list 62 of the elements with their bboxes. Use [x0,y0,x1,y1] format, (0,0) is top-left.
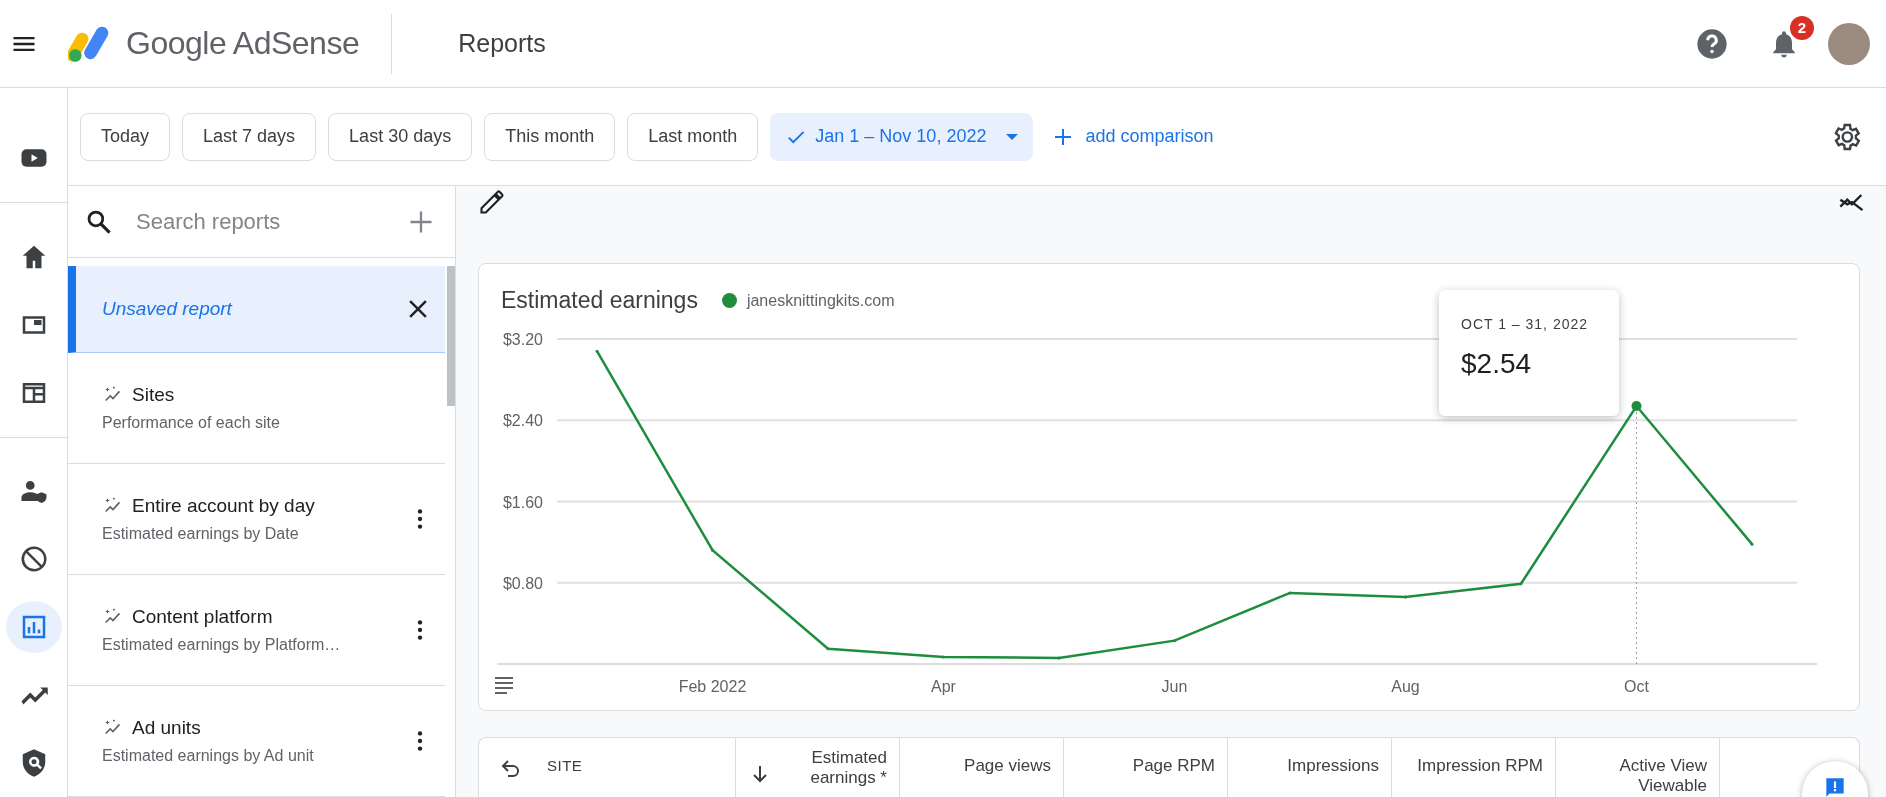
x-tick-label: Aug [1391,677,1420,695]
data-point[interactable] [1750,542,1754,546]
report-subtitle: Performance of each site [102,414,281,432]
report-subtitle: Estimated earnings by Date [102,525,300,543]
column-header[interactable]: Page views [964,747,1051,776]
report-item[interactable]: Unsaved report [68,266,445,353]
report-item[interactable]: Entire account by day Estimated earnings by Date [68,464,445,575]
data-point[interactable] [711,548,714,552]
x-tick-label: Oct [1624,677,1649,695]
date-range-chip[interactable]: Last month [627,112,759,161]
y-tick-label: $3.20 [502,330,543,348]
caret-icon [1006,133,1019,140]
column-header[interactable]: Page RPM [1132,747,1215,776]
product-name: Google AdSense [126,25,360,62]
report-subtitle: Estimated earnings by Platform… [102,636,342,654]
date-range-chip[interactable]: Jan 1 – Nov 10, 2022 [770,112,1034,161]
avatar[interactable] [1828,22,1870,65]
date-range-chip[interactable]: Last 7 days [182,112,317,161]
add-comparison-button[interactable]: add comparison [1045,124,1220,149]
data-point[interactable] [595,349,599,353]
notification-badge: 2 [1790,15,1814,40]
search-field[interactable]: Search reports [134,207,387,236]
chart-title: Estimated earnings [501,287,698,315]
report-title: Ad units [132,717,201,739]
column-header[interactable]: Impression RPM [1417,747,1543,776]
data-point[interactable] [1519,582,1523,586]
report-title: Content platform [132,606,273,628]
column-header[interactable]: SITE [533,755,583,776]
report-item[interactable]: Content platform Estimated earnings by Platform… [68,575,445,686]
column-header[interactable]: Active View Viewable [1568,747,1707,796]
date-range-chip[interactable]: Last 30 days [328,112,473,161]
column-header[interactable]: Estimated earnings * [782,747,887,788]
report-item[interactable]: Sites Performance of each site [68,353,445,464]
data-point[interactable] [1288,591,1292,595]
report-subtitle: Estimated earnings by Ad unit [102,747,315,765]
y-tick-label: $1.60 [502,493,543,511]
data-point[interactable] [1404,595,1407,599]
y-tick-label: $2.40 [502,412,543,430]
data-point[interactable] [1057,656,1061,660]
scrollbar-thumb[interactable] [447,266,455,406]
x-tick-label: Jun [1161,677,1188,695]
report-item[interactable]: Ad units Estimated earnings by Ad unit [68,686,445,797]
data-point[interactable] [1173,639,1176,643]
help-icon[interactable] [1696,27,1728,60]
report-title: Unsaved report [102,298,234,320]
page-title: Reports [458,29,546,58]
date-range-chip[interactable]: Today [80,112,171,161]
tooltip-value: $2.54 [1461,347,1533,380]
x-tick-label: Apr [931,677,956,695]
column-header[interactable]: Impressions [1287,747,1379,776]
tooltip-period: OCT 1 – 31, 2022 [1461,315,1590,332]
x-tick-label: Feb 2022 [678,677,747,695]
legend-label: janesknittingkits.com [746,291,895,310]
data-point[interactable] [1631,401,1642,411]
date-range-chip[interactable]: This month [484,112,616,161]
y-tick-label: $0.80 [502,574,543,592]
data-point[interactable] [942,655,945,659]
legend-toggle-icon[interactable] [494,676,514,694]
report-title: Sites [132,384,175,406]
report-title: Entire account by day [132,495,315,517]
data-point[interactable] [826,647,830,651]
pencil-icon[interactable] [478,188,506,216]
